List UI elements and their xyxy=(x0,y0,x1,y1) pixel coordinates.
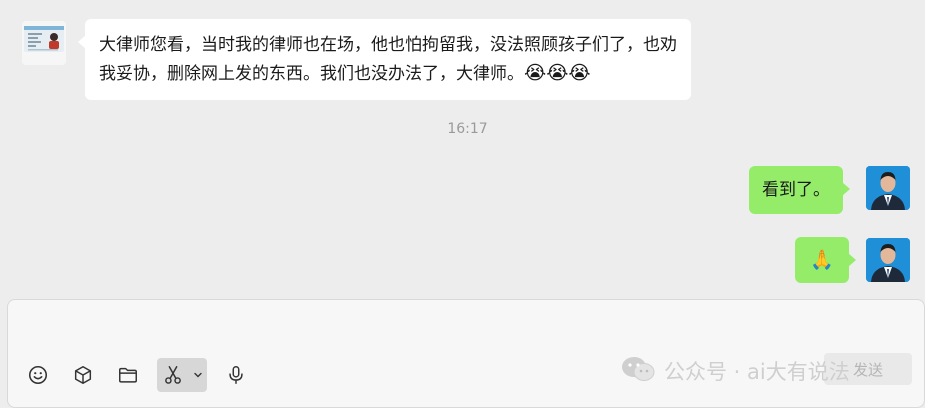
mini-program-button[interactable] xyxy=(67,359,99,391)
screenshot-options-button[interactable] xyxy=(189,358,207,392)
send-file-button[interactable] xyxy=(112,359,144,391)
cube-icon xyxy=(74,366,92,384)
incoming-message-bubble[interactable]: 大律师您看，当时我的律师也在场，他也怕拘留我，没法照顾孩子们了，也劝我妥协，删除… xyxy=(78,19,691,100)
id-card-avatar-icon xyxy=(22,21,66,65)
message-text: 看到了。 xyxy=(762,180,830,200)
screenshot-button[interactable] xyxy=(157,359,189,391)
screenshot-button-group[interactable] xyxy=(157,358,207,392)
message-timestamp: 16:17 xyxy=(447,121,488,137)
input-toolbar xyxy=(22,358,265,392)
voice-input-button[interactable] xyxy=(220,359,252,391)
folded-hands-emoji-icon: 🙏 xyxy=(810,249,834,271)
outgoing-message-bubble[interactable]: 看到了。 xyxy=(749,166,850,214)
emoji-button[interactable] xyxy=(22,359,54,391)
outgoing-message-bubble[interactable]: 🙏 xyxy=(795,237,856,283)
watermark: 公众号 · ai大有说法 xyxy=(620,356,850,386)
chat-message-list: 大律师您看，当时我的律师也在场，他也怕拘留我，没法照顾孩子们了，也劝我妥协，删除… xyxy=(0,0,925,300)
wechat-logo-icon xyxy=(620,355,656,388)
message-input-area[interactable]: 发送 xyxy=(7,299,925,408)
emoji-icon xyxy=(28,365,48,385)
watermark-text: 公众号 · ai大有说法 xyxy=(664,360,850,384)
folder-icon xyxy=(119,367,137,383)
contact-avatar[interactable] xyxy=(22,21,66,65)
my-avatar[interactable] xyxy=(866,238,910,282)
microphone-icon xyxy=(229,366,243,384)
person-avatar-icon xyxy=(866,238,910,282)
my-avatar[interactable] xyxy=(866,166,910,210)
chevron-down-icon xyxy=(194,372,202,378)
crying-emoji-icon: 😭😭😭 xyxy=(524,62,591,84)
person-avatar-icon xyxy=(866,166,910,210)
scissors-icon xyxy=(165,366,181,384)
